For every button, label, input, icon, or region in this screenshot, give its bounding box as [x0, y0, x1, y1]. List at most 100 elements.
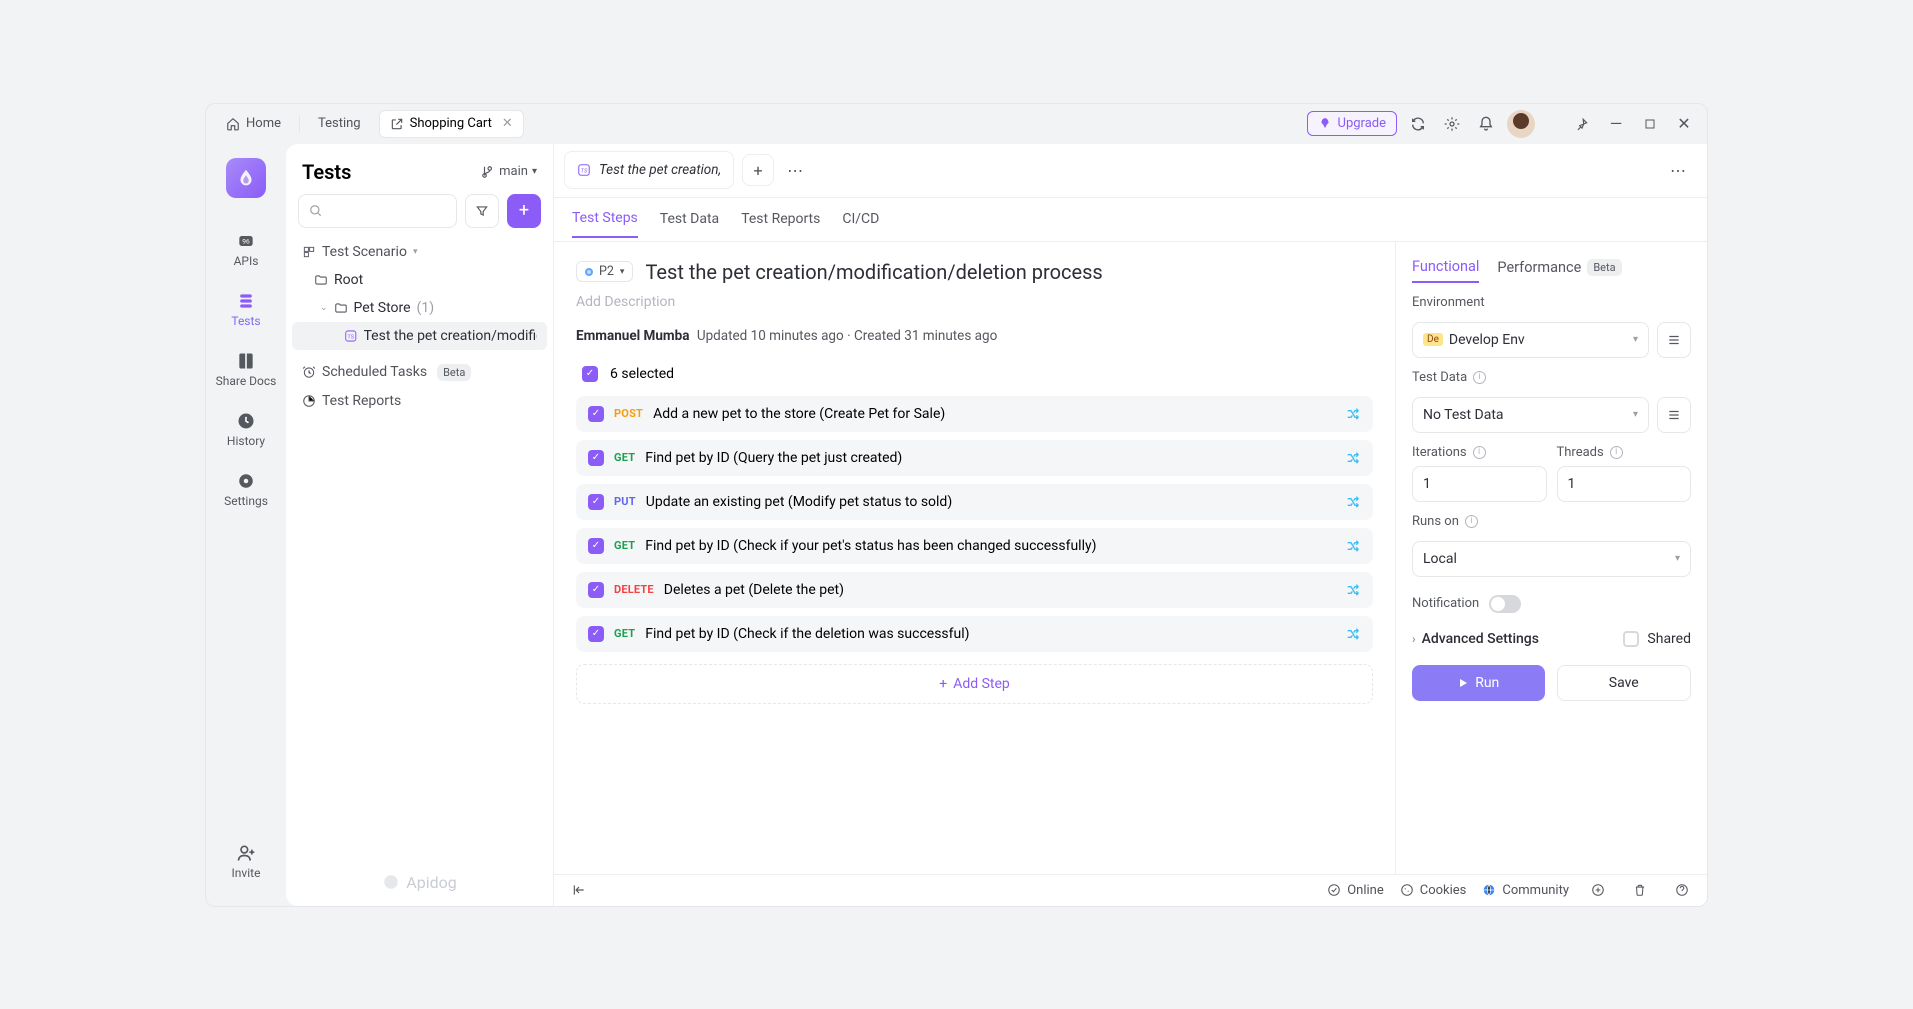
pin-icon[interactable]	[1569, 111, 1595, 137]
plus-icon: +	[939, 676, 947, 692]
tab-overflow-button[interactable]: ⋯	[782, 157, 808, 183]
tab-functional[interactable]: Functional	[1412, 258, 1479, 283]
test-step[interactable]: ✓ GET Find pet by ID (Check if the delet…	[576, 616, 1373, 652]
trash-footer-button[interactable]	[1627, 877, 1653, 903]
new-tab-button[interactable]: +	[742, 154, 774, 186]
search-input[interactable]	[298, 194, 457, 228]
http-method: DELETE	[614, 583, 654, 596]
step-flow-icon[interactable]	[1345, 406, 1361, 422]
runson-select[interactable]: Local ▾	[1412, 541, 1691, 577]
branch-selector[interactable]: main ▾	[481, 164, 537, 179]
brand-footer: Apidog	[286, 859, 553, 906]
nav-apis[interactable]: 96 APIs	[211, 224, 281, 274]
step-checkbox[interactable]: ✓	[588, 538, 604, 554]
iterations-label: Iterationsi	[1412, 445, 1547, 460]
home-tab[interactable]: Home	[216, 110, 291, 138]
test-step[interactable]: ✓ PUT Update an existing pet (Modify pet…	[576, 484, 1373, 520]
step-checkbox[interactable]: ✓	[588, 450, 604, 466]
avatar[interactable]	[1507, 110, 1535, 138]
active-app-tab[interactable]: Shopping Cart ✕	[379, 110, 524, 138]
workspace-tab[interactable]: Testing	[308, 110, 371, 138]
env-select[interactable]: De Develop Env ▾	[1412, 322, 1649, 358]
cookie-icon	[1400, 883, 1414, 897]
docs-icon	[235, 350, 257, 372]
save-button[interactable]: Save	[1557, 665, 1692, 701]
document-tab[interactable]: TS Test the pet creation,	[564, 151, 734, 189]
test-step[interactable]: ✓ GET Find pet by ID (Query the pet just…	[576, 440, 1373, 476]
nav-history[interactable]: History	[211, 404, 281, 454]
step-flow-icon[interactable]	[1345, 626, 1361, 642]
test-step[interactable]: ✓ GET Find pet by ID (Check if your pet'…	[576, 528, 1373, 564]
sidebar-title: Tests	[302, 160, 351, 184]
chevron-down-icon: ▾	[1633, 334, 1638, 345]
testdata-select[interactable]: No Test Data ▾	[1412, 397, 1649, 433]
threads-label: Threadsi	[1557, 445, 1692, 460]
step-flow-icon[interactable]	[1345, 538, 1361, 554]
refresh-icon[interactable]	[1405, 111, 1431, 137]
step-checkbox[interactable]: ✓	[588, 626, 604, 642]
maximize-icon[interactable]	[1637, 111, 1663, 137]
bell-icon[interactable]	[1473, 111, 1499, 137]
step-flow-icon[interactable]	[1345, 582, 1361, 598]
tree-root[interactable]: Root	[292, 266, 547, 294]
more-menu-button[interactable]: ⋯	[1665, 157, 1691, 183]
minimize-icon[interactable]: —	[1603, 111, 1629, 137]
close-window-icon[interactable]: ✕	[1671, 111, 1697, 137]
test-scenario-header[interactable]: Test Scenario ▾	[292, 238, 547, 266]
step-checkbox[interactable]: ✓	[588, 494, 604, 510]
chevron-down-icon: ▾	[532, 166, 537, 177]
env-list-button[interactable]	[1657, 322, 1691, 358]
step-checkbox[interactable]: ✓	[588, 406, 604, 422]
close-tab-icon[interactable]: ✕	[502, 116, 513, 131]
tab-test-steps[interactable]: Test Steps	[572, 210, 638, 238]
threads-input[interactable]: 1	[1557, 466, 1692, 502]
add-step-button[interactable]: + Add Step	[576, 664, 1373, 704]
nav-settings[interactable]: Settings	[211, 464, 281, 514]
add-footer-button[interactable]	[1585, 877, 1611, 903]
step-title: Find pet by ID (Query the pet just creat…	[645, 450, 1335, 466]
info-icon[interactable]: i	[1465, 515, 1478, 528]
tab-test-reports[interactable]: Test Reports	[741, 211, 820, 237]
scheduled-tasks[interactable]: Scheduled Tasks Beta	[292, 358, 547, 387]
info-icon[interactable]: i	[1610, 446, 1623, 459]
filter-button[interactable]	[465, 194, 499, 228]
tab-performance[interactable]: Performance Beta	[1497, 259, 1621, 282]
test-step[interactable]: ✓ DELETE Deletes a pet (Delete the pet)	[576, 572, 1373, 608]
status-cookies[interactable]: Cookies	[1400, 883, 1467, 898]
add-test-button[interactable]: +	[507, 194, 541, 228]
status-community[interactable]: Community	[1482, 883, 1569, 898]
shared-checkbox[interactable]: Shared	[1623, 631, 1691, 647]
step-flow-icon[interactable]	[1345, 450, 1361, 466]
tab-test-data[interactable]: Test Data	[660, 211, 719, 237]
upgrade-button[interactable]: Upgrade	[1307, 111, 1397, 136]
status-online[interactable]: Online	[1327, 883, 1384, 898]
info-icon[interactable]: i	[1473, 446, 1486, 459]
page-title[interactable]: Test the pet creation/modification/delet…	[645, 260, 1102, 284]
priority-badge[interactable]: P2 ▾	[576, 261, 633, 282]
test-reports-nav[interactable]: Test Reports	[292, 387, 547, 415]
description-placeholder[interactable]: Add Description	[576, 294, 1373, 310]
step-checkbox[interactable]: ✓	[588, 582, 604, 598]
testdata-list-button[interactable]	[1657, 397, 1691, 433]
notification-toggle[interactable]	[1489, 595, 1521, 613]
select-all-checkbox[interactable]: ✓	[582, 366, 598, 382]
run-button[interactable]: Run	[1412, 665, 1545, 701]
nav-tests[interactable]: Tests	[211, 284, 281, 334]
help-footer-button[interactable]	[1669, 877, 1695, 903]
tree-test-item[interactable]: TS Test the pet creation/modific	[292, 322, 547, 350]
nav-share-docs[interactable]: Share Docs	[211, 344, 281, 394]
collapse-sidebar-button[interactable]	[566, 877, 592, 903]
iterations-input[interactable]: 1	[1412, 466, 1547, 502]
info-icon[interactable]: i	[1473, 371, 1486, 384]
tab-cicd[interactable]: CI/CD	[842, 211, 879, 237]
step-title: Add a new pet to the store (Create Pet f…	[653, 406, 1335, 422]
http-method: POST	[614, 407, 643, 420]
advanced-settings-toggle[interactable]: ›Advanced Settings	[1412, 631, 1539, 647]
nav-invite[interactable]: Invite	[211, 836, 281, 886]
tree-folder-petstore[interactable]: ⌄ Pet Store (1)	[292, 294, 547, 322]
app-logo[interactable]	[226, 158, 266, 198]
test-step[interactable]: ✓ POST Add a new pet to the store (Creat…	[576, 396, 1373, 432]
http-method: GET	[614, 451, 635, 464]
gear-icon[interactable]	[1439, 111, 1465, 137]
step-flow-icon[interactable]	[1345, 494, 1361, 510]
